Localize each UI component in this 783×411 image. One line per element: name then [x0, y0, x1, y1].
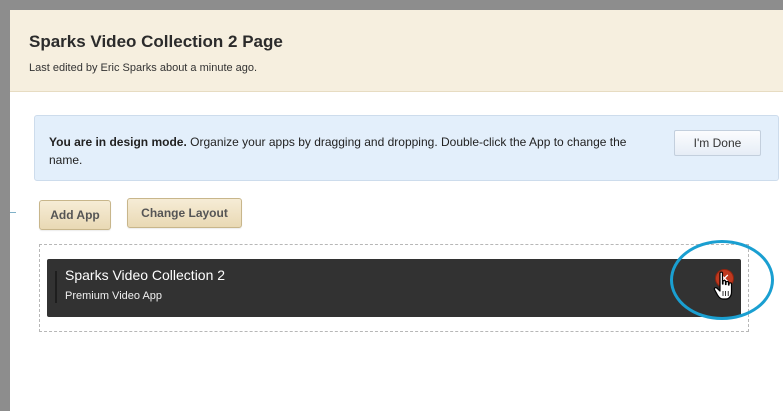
notice-bold-text: You are in design mode.: [49, 135, 187, 149]
change-layout-button[interactable]: Change Layout: [127, 198, 242, 228]
design-mode-notice: You are in design mode. Organize your ap…: [34, 115, 779, 181]
last-edited-text: Last edited by Eric Sparks about a minut…: [29, 62, 258, 74]
drag-handle[interactable]: [55, 271, 57, 303]
app-type: Premium Video App: [65, 290, 163, 302]
app-name[interactable]: Sparks Video Collection 2: [65, 267, 225, 283]
page-title: Sparks Video Collection 2 Page: [29, 32, 283, 51]
add-app-button[interactable]: Add App: [39, 200, 111, 230]
close-icon[interactable]: ✕: [715, 269, 734, 288]
page-header: Sparks Video Collection 2 Page Last edit…: [10, 10, 783, 92]
app-tile[interactable]: Sparks Video Collection 2 Premium Video …: [47, 259, 741, 317]
notice-message: You are in design mode. Organize your ap…: [49, 133, 649, 169]
drag-marker: [10, 212, 16, 213]
im-done-button[interactable]: I'm Done: [674, 130, 761, 156]
